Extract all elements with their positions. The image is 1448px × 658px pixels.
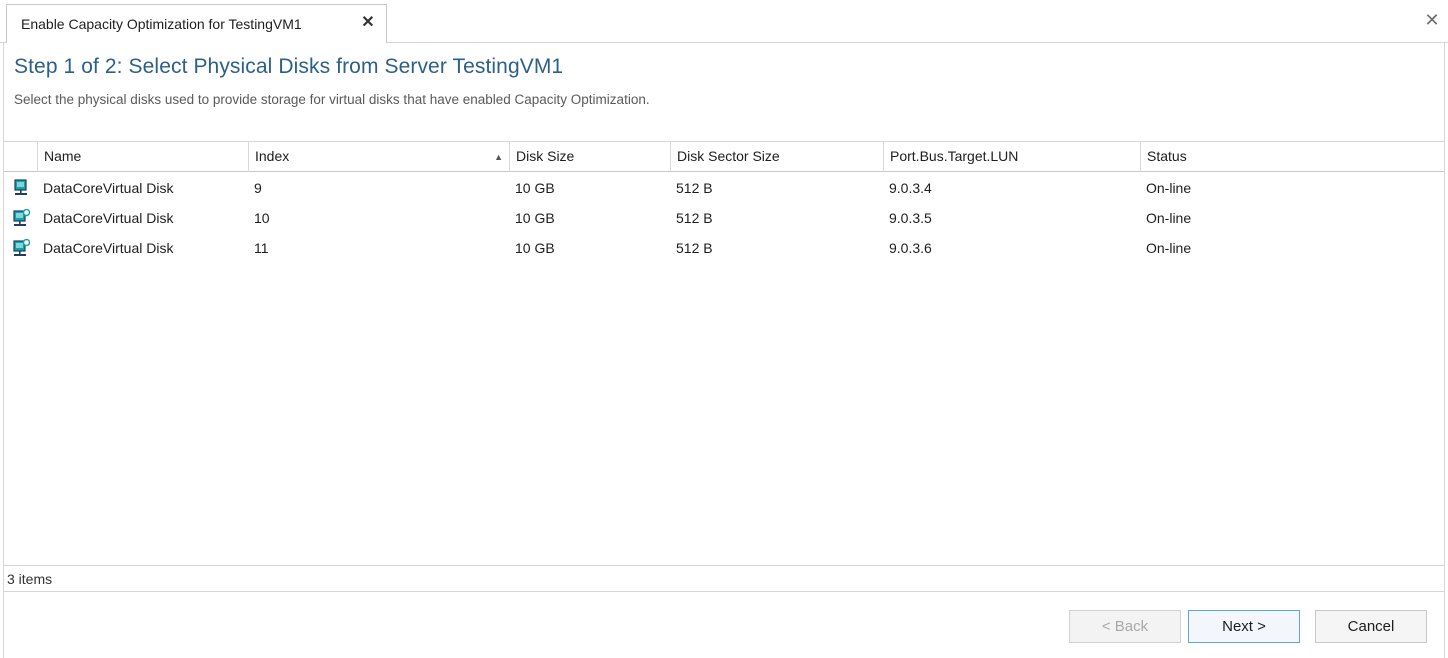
cell-port-bus-target-lun: 9.0.3.4 <box>889 180 932 196</box>
step-description: Select the physical disks used to provid… <box>14 92 650 107</box>
tab-strip: Enable Capacity Optimization for Testing… <box>0 0 1448 43</box>
status-bar: 3 items <box>4 565 1444 592</box>
sort-ascending-icon: ▲ <box>494 152 503 162</box>
table-row[interactable]: DataCoreVirtual Disk 10 10 GB 512 B 9.0.… <box>4 203 1444 233</box>
column-header-disk-sector-size[interactable]: Disk Sector Size <box>670 142 883 172</box>
cell-name: DataCoreVirtual Disk <box>43 210 174 226</box>
tab-close-icon[interactable]: ✕ <box>359 14 377 32</box>
back-button[interactable]: < Back <box>1069 610 1181 643</box>
cell-status: On-line <box>1146 180 1192 196</box>
item-count: 3 items <box>7 571 53 587</box>
physical-disk-shared-icon <box>13 209 30 226</box>
grid-body: DataCoreVirtual Disk 9 10 GB 512 B 9.0.3… <box>4 173 1444 563</box>
grid-header: Name Index ▲ Disk Size Disk Sector Size … <box>4 142 1444 172</box>
cell-disk-sector-size: 512 B <box>676 180 713 196</box>
frame-border-right <box>1444 42 1445 658</box>
cell-disk-size: 10 GB <box>515 240 555 256</box>
cell-index: 10 <box>254 210 270 226</box>
window-close-icon[interactable]: ✕ <box>1422 10 1442 30</box>
next-button[interactable]: Next > <box>1188 610 1300 643</box>
cancel-button[interactable]: Cancel <box>1315 610 1427 643</box>
table-row[interactable]: DataCoreVirtual Disk 9 10 GB 512 B 9.0.3… <box>4 173 1444 203</box>
table-row[interactable]: DataCoreVirtual Disk 11 10 GB 512 B 9.0.… <box>4 233 1444 263</box>
step-title: Step 1 of 2: Select Physical Disks from … <box>14 55 564 78</box>
column-header-name[interactable]: Name <box>37 142 248 172</box>
column-header-disk-size[interactable]: Disk Size <box>509 142 670 172</box>
cell-status: On-line <box>1146 240 1192 256</box>
physical-disk-icon <box>14 179 27 195</box>
column-header-port-bus-target-lun[interactable]: Port.Bus.Target.LUN <box>883 142 1140 172</box>
cell-port-bus-target-lun: 9.0.3.5 <box>889 210 932 226</box>
tab-enable-capacity-optimization[interactable]: Enable Capacity Optimization for Testing… <box>6 4 387 43</box>
cell-name: DataCoreVirtual Disk <box>43 180 174 196</box>
tab-title: Enable Capacity Optimization for Testing… <box>21 16 302 32</box>
cell-disk-size: 10 GB <box>515 180 555 196</box>
cell-name: DataCoreVirtual Disk <box>43 240 174 256</box>
cell-index: 9 <box>254 180 262 196</box>
cell-disk-size: 10 GB <box>515 210 555 226</box>
cell-port-bus-target-lun: 9.0.3.6 <box>889 240 932 256</box>
cell-index: 11 <box>254 240 269 256</box>
column-header-index-label: Index <box>255 148 290 164</box>
physical-disk-shared-icon <box>13 239 30 256</box>
column-header-status[interactable]: Status <box>1140 142 1444 172</box>
cell-status: On-line <box>1146 210 1192 226</box>
cell-disk-sector-size: 512 B <box>676 210 713 226</box>
column-header-index[interactable]: Index ▲ <box>248 142 509 172</box>
cell-disk-sector-size: 512 B <box>676 240 713 256</box>
column-header-icon <box>4 142 37 172</box>
